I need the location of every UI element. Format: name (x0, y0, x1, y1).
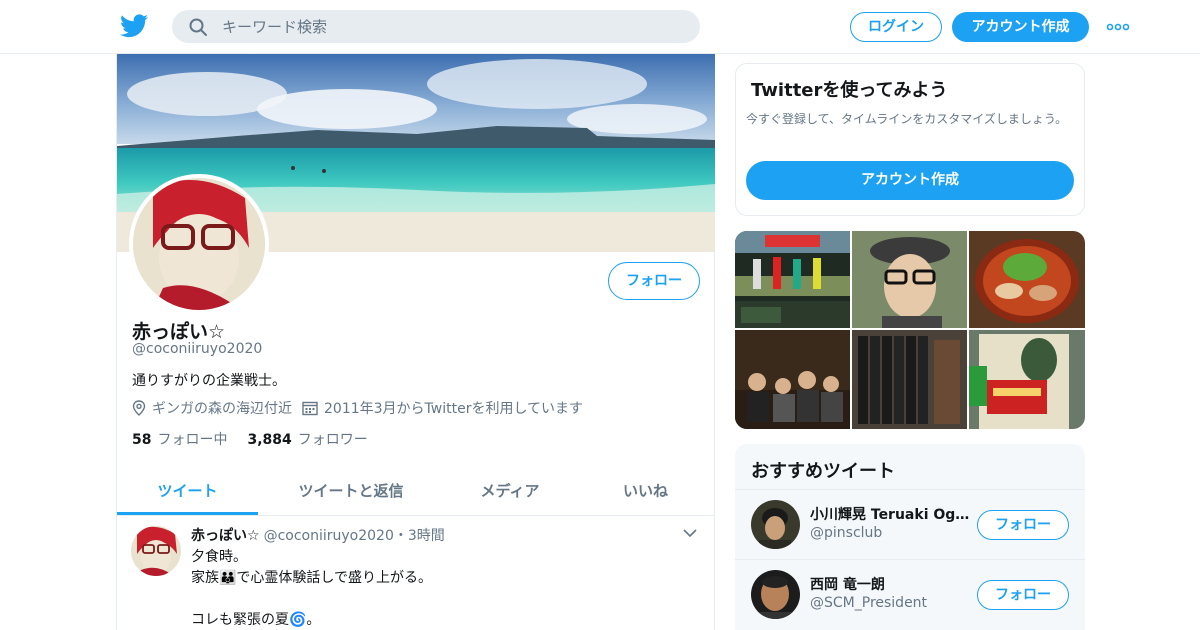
profile-meta: ギンガの森の海辺付近 2011年3月からTwitterを利用しています (132, 398, 593, 418)
profile-name: 赤っぽい☆ (132, 321, 226, 343)
recommended-user-handle[interactable]: @pinsclub (810, 525, 882, 541)
profile-avatar[interactable] (129, 174, 269, 314)
recommended-user[interactable]: 小川輝晃 Teruaki Ogawa @pinsclub フォロー (735, 489, 1085, 559)
search-icon (189, 18, 207, 36)
following-count: 58 (132, 432, 152, 448)
signup-card: Twitterを使ってみよう 今すぐ登録して、タイムラインをカスタマイズしましょ… (735, 63, 1085, 216)
location-icon (132, 400, 146, 416)
followers-stat[interactable]: 3,884 フォロワー (247, 429, 367, 449)
profile-stats: 58 フォロー中 3,884 フォロワー (132, 429, 388, 449)
profile-tabs: ツイート ツイートと返信 メディア いいね (117, 468, 715, 516)
more-options-icon[interactable] (1106, 18, 1130, 36)
media-thumbnail[interactable] (735, 231, 850, 328)
followers-count: 3,884 (247, 432, 292, 448)
calendar-icon (302, 401, 318, 416)
media-thumbnail[interactable] (969, 330, 1085, 429)
twitter-bird-icon[interactable] (120, 13, 148, 39)
tab-media[interactable]: メディア (444, 468, 576, 515)
media-thumbnail[interactable] (969, 231, 1085, 328)
signup-card-description: 今すぐ登録して、タイムラインをカスタマイズしましょう。 (746, 112, 1068, 126)
search-bar[interactable] (172, 10, 700, 43)
media-thumbnail[interactable] (852, 330, 967, 429)
follow-button[interactable]: フォロー (977, 580, 1069, 610)
profile-joined-date: 2011年3月からTwitterを利用しています (324, 401, 584, 417)
tweet-author-handle[interactable]: @coconiiruyo2020 (264, 528, 394, 544)
tab-likes[interactable]: いいね (576, 468, 715, 515)
recommended-user[interactable]: 西岡 竜一朗 @SCM_President フォロー (735, 559, 1085, 629)
follow-button[interactable]: フォロー (977, 510, 1069, 540)
login-button[interactable]: ログイン (850, 12, 942, 42)
avatar[interactable] (751, 570, 800, 619)
profile-bio: 通りすがりの企業戦士。 (132, 373, 286, 389)
tweet-header: 赤っぽい☆ @coconiiruyo2020・3時間 (191, 525, 445, 545)
following-label: フォロー中 (157, 432, 228, 448)
recommended-title: おすすめツイート (751, 461, 895, 482)
signup-button[interactable]: アカウント作成 (952, 12, 1089, 42)
tweet-text-line: 家族👪で心霊体験話しで盛り上がる。 (191, 570, 433, 586)
media-thumbnail[interactable] (735, 330, 850, 429)
profile-column: フォロー 赤っぽい☆ @coconiiruyo2020 通りすがりの企業戦士。 … (116, 54, 715, 630)
tweet-text-line: コレも緊張の夏🌀。 (191, 612, 321, 628)
recommended-user-name[interactable]: 小川輝晃 Teruaki Ogawa (810, 504, 970, 524)
follow-button[interactable]: フォロー (608, 262, 700, 300)
recommended-card: おすすめツイート 小川輝晃 Teruaki Ogawa @pinsclub フォ… (735, 444, 1085, 630)
tweet-time[interactable]: ・3時間 (394, 528, 445, 544)
media-thumbnail[interactable] (852, 231, 967, 328)
tab-tweets-and-replies[interactable]: ツイートと返信 (258, 468, 444, 515)
chevron-down-icon[interactable] (683, 528, 697, 538)
search-input[interactable] (222, 10, 682, 43)
tweet-text-line: 夕食時。 (191, 549, 247, 565)
tweet-author-name[interactable]: 赤っぽい☆ (191, 528, 260, 544)
recommended-user-name[interactable]: 西岡 竜一朗 (810, 574, 970, 594)
followers-label: フォロワー (297, 432, 368, 448)
following-stat[interactable]: 58 フォロー中 (132, 429, 227, 449)
avatar[interactable] (751, 500, 800, 549)
profile-location: ギンガの森の海辺付近 (152, 401, 292, 417)
signup-card-title: Twitterを使ってみよう (751, 80, 948, 101)
tab-tweets[interactable]: ツイート (117, 468, 258, 515)
tweet-avatar[interactable] (131, 526, 181, 576)
tweet-item[interactable]: 赤っぽい☆ @coconiiruyo2020・3時間 夕食時。 家族👪で心霊体験話… (117, 516, 715, 630)
signup-card-button[interactable]: アカウント作成 (746, 161, 1074, 200)
profile-handle[interactable]: @coconiiruyo2020 (132, 341, 262, 357)
top-bar: ログイン アカウント作成 (0, 0, 1200, 54)
recommended-user-handle[interactable]: @SCM_President (810, 595, 927, 611)
media-grid (735, 231, 1085, 429)
